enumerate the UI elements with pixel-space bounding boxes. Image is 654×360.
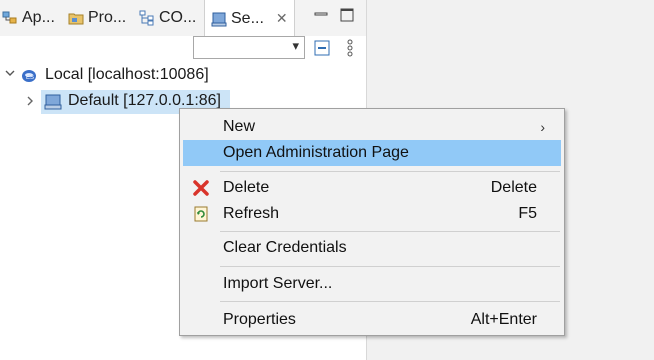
folder-icon [68, 10, 84, 26]
collapse-all-icon[interactable] [314, 40, 330, 61]
menu-item-new[interactable]: New › [183, 114, 561, 140]
menu-item-shortcut: Alt+Enter [470, 311, 537, 328]
view-menu-icon[interactable] [346, 39, 354, 62]
server-icon [44, 93, 62, 116]
server-icon [211, 11, 227, 27]
minimize-icon[interactable] [314, 8, 328, 22]
tree-node-label: Local [localhost:10086] [45, 66, 209, 83]
menu-item-label: Delete [223, 179, 270, 196]
menu-item-import-server[interactable]: Import Server... [183, 271, 561, 297]
application-icon [2, 10, 18, 26]
menu-item-label: Import Server... [223, 275, 333, 292]
chevron-down-icon[interactable] [4, 67, 16, 82]
tab-servers[interactable]: Se... ✕ [204, 0, 295, 37]
tab-label: Ap... [22, 9, 55, 26]
menu-item-label: Open Administration Page [223, 144, 409, 161]
menu-item-label: Refresh [223, 205, 280, 222]
maximize-icon[interactable] [340, 8, 354, 22]
tab-label: Pro... [88, 9, 127, 26]
menu-item-delete[interactable]: Delete Delete [183, 175, 561, 201]
menu-separator [220, 301, 560, 302]
component-icon [139, 10, 155, 26]
tab-projects[interactable]: Pro... [68, 0, 126, 36]
local-node-icon: ES [20, 67, 38, 90]
menu-item-shortcut: F5 [518, 205, 537, 222]
tree-node-local[interactable]: ES Local [localhost:10086] [0, 64, 366, 88]
menu-separator [220, 266, 560, 267]
chevron-right-icon: › [540, 119, 545, 135]
menu-item-clear-credentials[interactable]: Clear Credentials [183, 235, 561, 261]
refresh-icon [192, 205, 210, 223]
filter-combo[interactable]: ▾ [193, 36, 305, 59]
close-icon[interactable]: ✕ [276, 10, 288, 27]
delete-icon [192, 179, 210, 197]
svg-text:ES: ES [26, 75, 34, 81]
menu-item-label: Clear Credentials [223, 239, 347, 256]
context-menu: New › Open Administration Page Delete De… [179, 108, 565, 336]
tab-applications[interactable]: Ap... [2, 0, 55, 36]
chevron-right-icon[interactable] [24, 95, 36, 110]
tab-label: CO... [159, 9, 197, 26]
menu-item-label: New [223, 118, 256, 135]
tab-components[interactable]: CO... [139, 0, 196, 36]
chevron-down-icon[interactable]: ▾ [292, 38, 299, 54]
menu-item-label: Properties [223, 311, 296, 328]
menu-item-shortcut: Delete [490, 179, 537, 196]
view-tab-bar: Ap... Pro... CO... Se... ✕ [0, 0, 366, 37]
menu-item-properties[interactable]: Properties Alt+Enter [183, 307, 561, 333]
menu-item-refresh[interactable]: Refresh F5 [183, 201, 561, 227]
tab-label: Se... [231, 9, 264, 27]
menu-separator [220, 231, 560, 232]
menu-item-open-administration-page[interactable]: Open Administration Page [183, 140, 561, 166]
menu-separator [220, 171, 560, 172]
